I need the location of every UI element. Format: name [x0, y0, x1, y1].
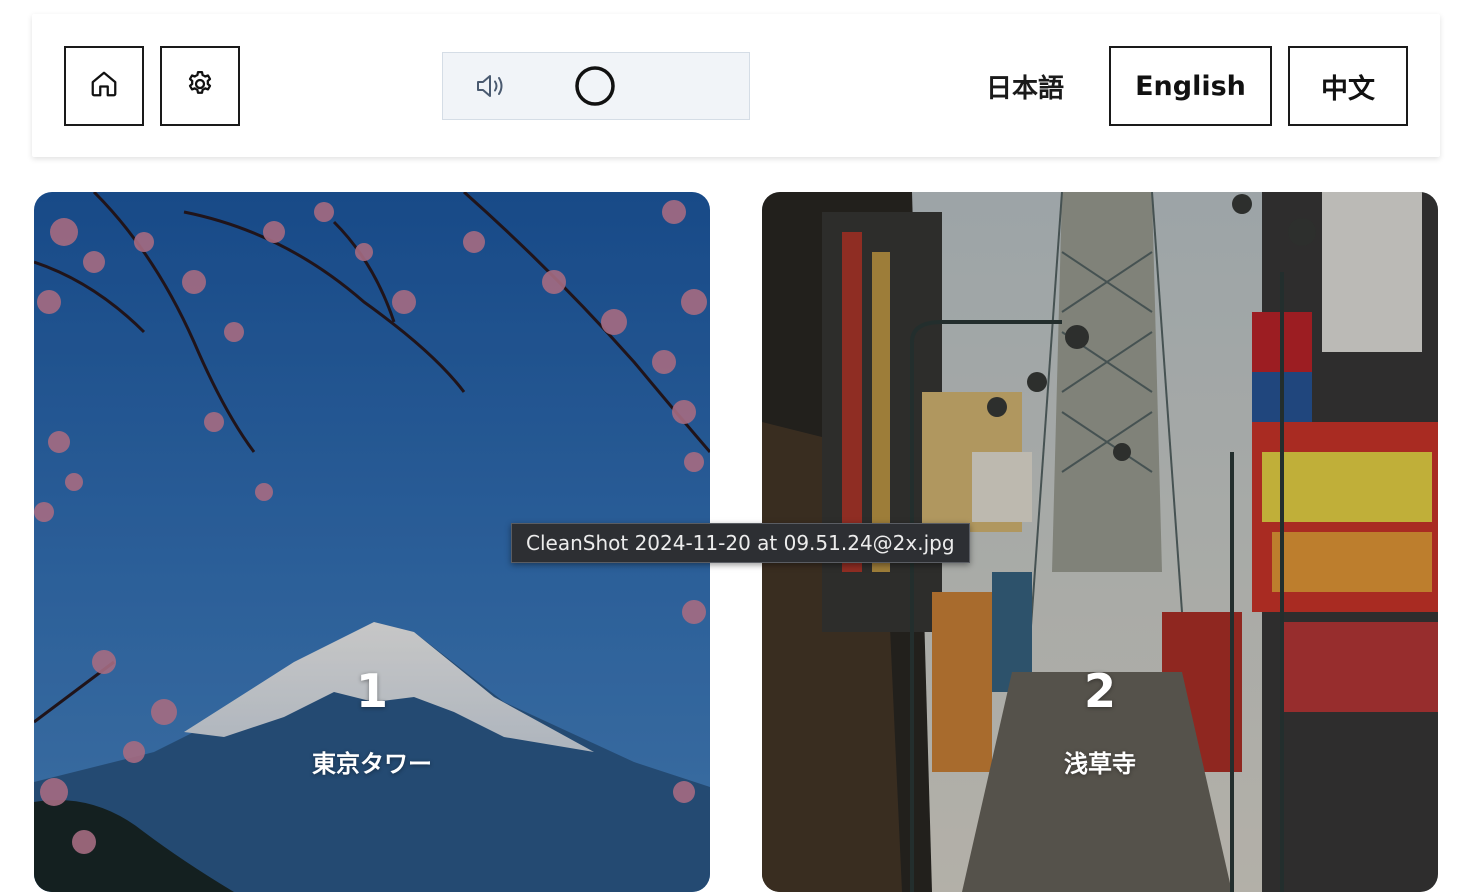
- home-icon: [89, 69, 119, 103]
- speaker-icon[interactable]: [475, 71, 507, 105]
- gear-icon: [185, 69, 215, 103]
- settings-button[interactable]: [160, 46, 240, 126]
- circle-icon[interactable]: [574, 65, 616, 111]
- card-number: 2: [1083, 664, 1116, 718]
- card-title: 浅草寺: [1064, 750, 1136, 778]
- card-title: 東京タワー: [312, 750, 432, 778]
- language-english-button[interactable]: English: [1109, 46, 1272, 126]
- filename-tooltip: CleanShot 2024-11-20 at 09.51.24@2x.jpg: [511, 523, 970, 563]
- home-button[interactable]: [64, 46, 144, 126]
- card-number: 1: [355, 664, 388, 718]
- language-chinese-button[interactable]: 中文: [1288, 46, 1408, 126]
- language-japanese[interactable]: 日本語: [970, 46, 1080, 126]
- top-navigation-bar: 日本語 English 中文: [32, 14, 1440, 157]
- audio-player[interactable]: [442, 52, 750, 120]
